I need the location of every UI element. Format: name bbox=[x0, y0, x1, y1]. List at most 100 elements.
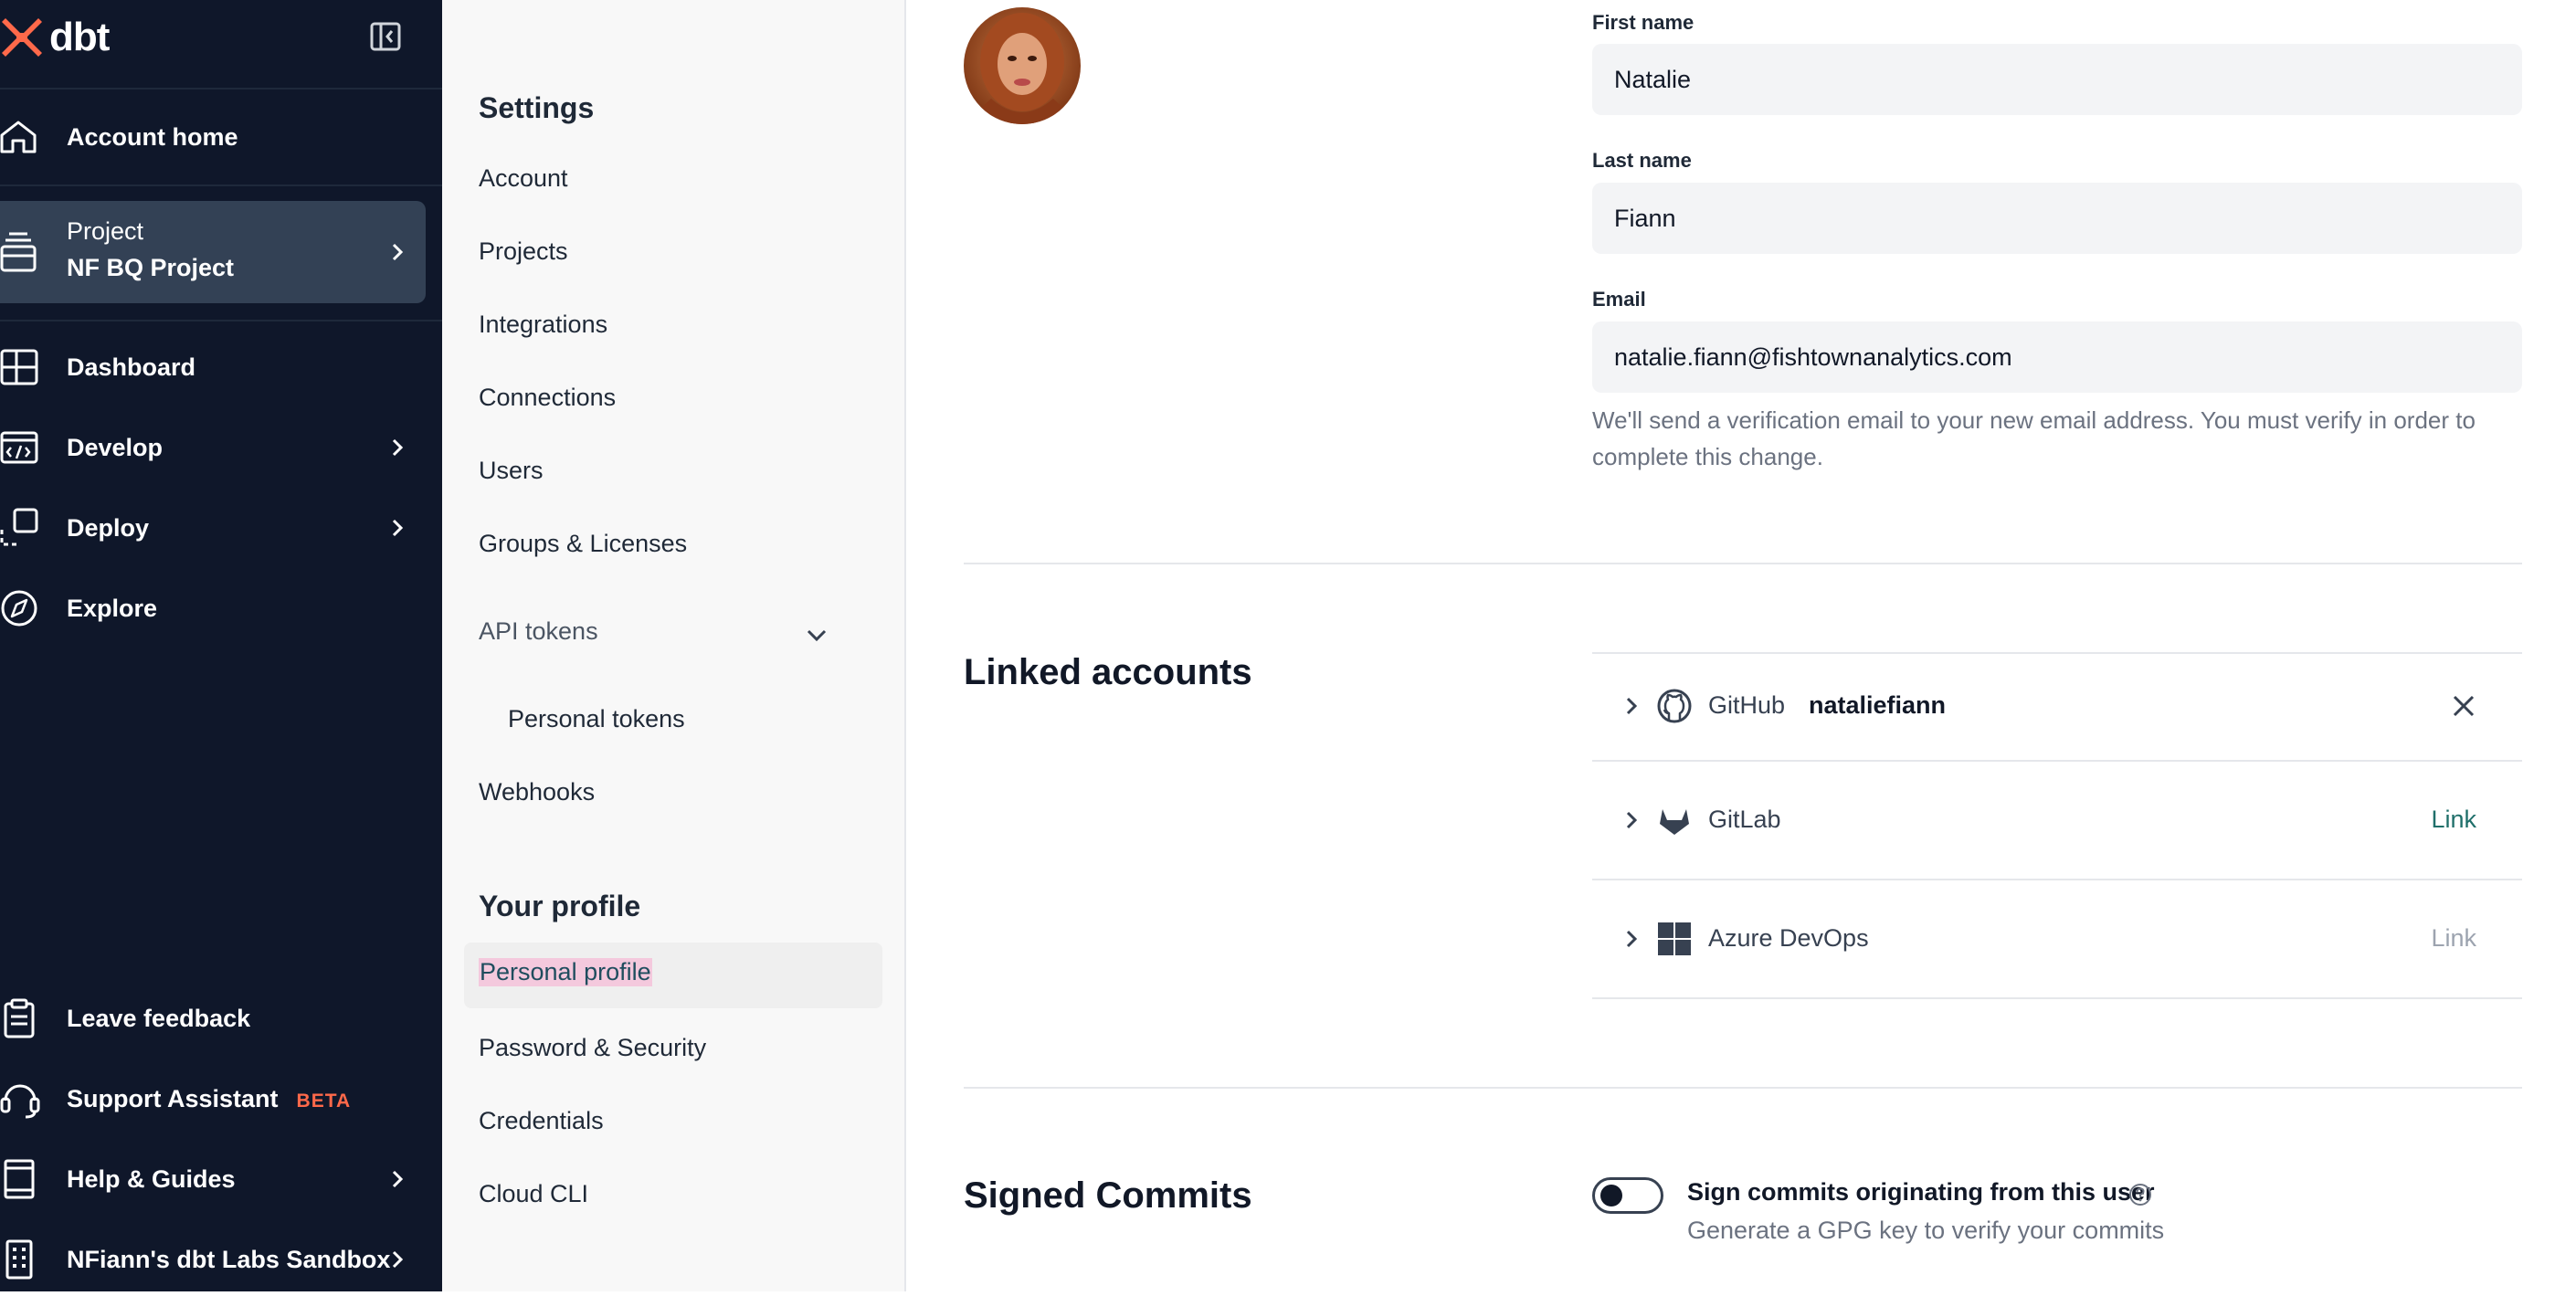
first-name-field[interactable] bbox=[1592, 44, 2522, 115]
nav-label: Deploy bbox=[67, 513, 150, 542]
nav-label: Help & Guides bbox=[67, 1164, 236, 1193]
sign-commits-toggle[interactable] bbox=[1592, 1177, 1663, 1214]
personal-profile-label: Personal profile bbox=[479, 958, 652, 986]
chevron-right-icon bbox=[392, 243, 404, 261]
linked-accounts-title: Linked accounts bbox=[964, 652, 1252, 692]
chevron-right-icon[interactable] bbox=[1620, 808, 1643, 832]
nav-develop[interactable]: Develop bbox=[0, 411, 442, 484]
provider-name: Azure DevOps bbox=[1708, 924, 1869, 952]
dbt-logo-icon bbox=[2, 18, 42, 57]
nav-label-with-badge: Support Assistant BETA bbox=[67, 1085, 351, 1113]
settings-item-account[interactable]: Account bbox=[479, 164, 568, 193]
github-icon bbox=[1657, 689, 1692, 723]
nav-label: Account home bbox=[67, 122, 238, 151]
settings-heading: Settings bbox=[479, 91, 595, 124]
settings-item-webhooks[interactable]: Webhooks bbox=[479, 778, 595, 806]
dashboard-icon bbox=[0, 349, 38, 385]
chevron-right-icon bbox=[392, 519, 404, 537]
building-icon bbox=[5, 1239, 33, 1280]
help-circle-icon[interactable] bbox=[2128, 1183, 2152, 1206]
beta-badge: BETA bbox=[296, 1090, 352, 1112]
chevron-right-icon[interactable] bbox=[1620, 694, 1643, 718]
sign-commits-description: Generate a GPG key to verify your commit… bbox=[1687, 1217, 2165, 1244]
email-label: Email bbox=[1592, 288, 1646, 311]
book-icon bbox=[4, 1159, 35, 1199]
settings-item-users[interactable]: Users bbox=[479, 457, 544, 485]
row-divider bbox=[1592, 879, 2522, 880]
settings-item-password-security[interactable]: Password & Security bbox=[479, 1034, 706, 1062]
settings-item-credentials[interactable]: Credentials bbox=[479, 1107, 604, 1135]
linked-account-github: GitHub nataliefiann bbox=[1592, 662, 2522, 750]
provider-name: GitLab bbox=[1708, 806, 1781, 833]
nav-project-selector[interactable]: Project NF BQ Project bbox=[0, 201, 426, 303]
api-tokens-label: API tokens bbox=[479, 617, 598, 645]
clipboard-icon bbox=[4, 998, 35, 1038]
last-name-field[interactable] bbox=[1592, 183, 2522, 254]
row-divider bbox=[1592, 997, 2522, 999]
settings-item-cloud-cli[interactable]: Cloud CLI bbox=[479, 1180, 588, 1208]
link-gitlab-button[interactable]: Link bbox=[2431, 806, 2476, 834]
nav-divider bbox=[0, 184, 442, 186]
first-name-label: First name bbox=[1592, 11, 1694, 34]
nav-explore[interactable]: Explore bbox=[0, 572, 442, 645]
nav-divider bbox=[0, 88, 442, 90]
settings-item-groups-licenses[interactable]: Groups & Licenses bbox=[479, 530, 687, 558]
your-profile-heading: Your profile bbox=[479, 890, 641, 922]
nav-label: Leave feedback bbox=[67, 1004, 251, 1032]
nav-label: Dashboard bbox=[67, 353, 196, 381]
chevron-right-icon[interactable] bbox=[1620, 927, 1643, 951]
chevron-down-icon bbox=[807, 629, 827, 642]
nav-dashboard[interactable]: Dashboard bbox=[0, 331, 442, 404]
signed-commits-title: Signed Commits bbox=[964, 1175, 1252, 1216]
settings-item-projects[interactable]: Projects bbox=[479, 237, 568, 266]
nav-account-switcher[interactable]: NFiann's dbt Labs Sandbox bbox=[0, 1223, 442, 1296]
nav-leave-feedback[interactable]: Leave feedback bbox=[0, 982, 442, 1055]
nav-help-guides[interactable]: Help & Guides bbox=[0, 1143, 442, 1216]
project-icon bbox=[0, 232, 37, 272]
last-name-label: Last name bbox=[1592, 149, 1692, 172]
nav-label: Support Assistant bbox=[67, 1084, 279, 1112]
nav-divider bbox=[0, 320, 442, 321]
headset-icon bbox=[0, 1084, 40, 1119]
dbt-logo[interactable]: dbt bbox=[0, 13, 110, 62]
deploy-icon bbox=[0, 508, 38, 546]
nav-deploy[interactable]: Deploy bbox=[0, 491, 442, 564]
home-icon bbox=[0, 121, 37, 153]
email-field[interactable] bbox=[1592, 321, 2522, 393]
settings-sidebar: Settings Account Projects Integrations C… bbox=[442, 0, 906, 1291]
toggle-knob bbox=[1600, 1185, 1622, 1206]
chevron-right-icon bbox=[392, 1250, 404, 1269]
nav-label: NFiann's dbt Labs Sandbox bbox=[67, 1245, 391, 1273]
logo-text: dbt bbox=[49, 15, 110, 59]
sign-commits-label: Sign commits originating from this user bbox=[1687, 1178, 2155, 1206]
row-divider bbox=[1592, 760, 2522, 762]
linked-username: nataliefiann bbox=[1809, 691, 1947, 719]
linked-account-gitlab: GitLab Link bbox=[1592, 776, 2522, 864]
chevron-right-icon bbox=[392, 1170, 404, 1188]
nav-label: Develop bbox=[67, 433, 164, 461]
sidebar-collapse-icon[interactable] bbox=[370, 22, 401, 51]
section-divider bbox=[964, 1087, 2522, 1089]
close-icon[interactable] bbox=[2451, 693, 2476, 719]
nav-account-home[interactable]: Account home bbox=[0, 100, 442, 174]
section-divider bbox=[964, 563, 2522, 564]
avatar-image bbox=[964, 7, 1081, 124]
project-name: NF BQ Project bbox=[67, 254, 235, 281]
settings-item-integrations[interactable]: Integrations bbox=[479, 311, 607, 339]
compass-icon bbox=[1, 590, 37, 627]
email-help-text: We'll send a verification email to your … bbox=[1592, 406, 2476, 470]
settings-item-connections[interactable]: Connections bbox=[479, 384, 616, 412]
provider-name: GitHub bbox=[1708, 691, 1786, 719]
project-label: Project bbox=[67, 217, 144, 245]
nav-support-assistant[interactable]: Support Assistant BETA bbox=[0, 1062, 442, 1135]
nav-label: Explore bbox=[67, 594, 158, 622]
settings-item-personal-tokens[interactable]: Personal tokens bbox=[508, 705, 685, 733]
chevron-right-icon bbox=[392, 438, 404, 457]
link-azure-devops-button[interactable]: Link bbox=[2431, 924, 2476, 953]
linked-account-azure-devops: Azure DevOps Link bbox=[1592, 895, 2522, 983]
avatar[interactable] bbox=[964, 7, 1081, 124]
main-navigation: dbt Account home Project NF BQ Project D… bbox=[0, 0, 442, 1291]
azure-devops-icon bbox=[1658, 922, 1691, 955]
gitlab-icon bbox=[1660, 809, 1689, 835]
settings-item-api-tokens[interactable]: API tokens bbox=[479, 617, 844, 650]
